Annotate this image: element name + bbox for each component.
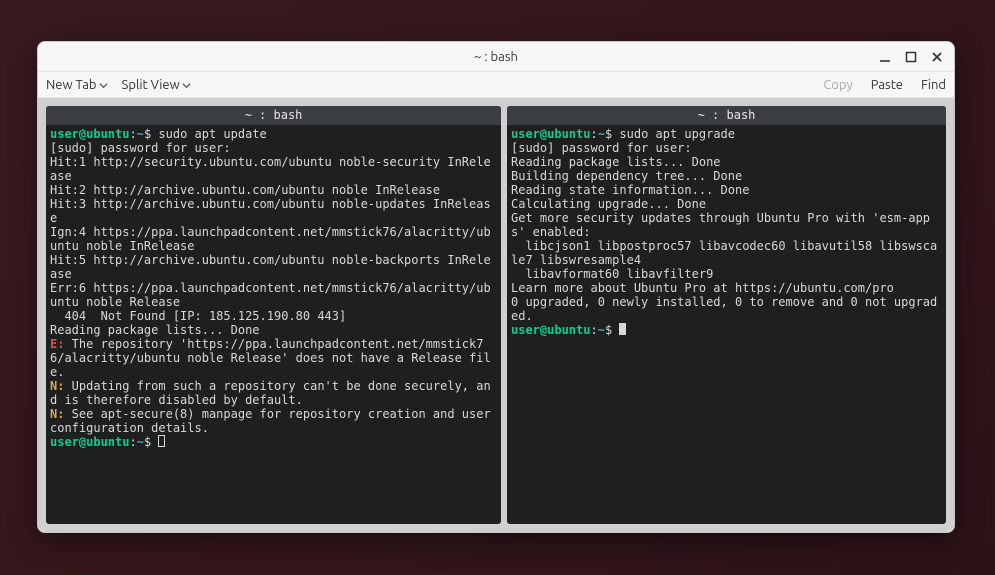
chevron-down-icon bbox=[182, 81, 191, 90]
split-panes: ~ : bash user@ubuntu:~$ sudo apt update … bbox=[38, 98, 954, 532]
terminal-pane-right[interactable]: ~ : bash user@ubuntu:~$ sudo apt upgrade… bbox=[507, 106, 946, 524]
close-button[interactable] bbox=[926, 46, 948, 68]
titlebar: ~ : bash bbox=[38, 42, 954, 72]
window-controls bbox=[874, 42, 948, 72]
find-menu[interactable]: Find bbox=[919, 76, 948, 94]
split-view-label: Split View bbox=[122, 78, 180, 92]
new-tab-label: New Tab bbox=[46, 78, 97, 92]
paste-menu[interactable]: Paste bbox=[869, 76, 905, 94]
pane-title: ~ : bash bbox=[46, 106, 501, 125]
maximize-button[interactable] bbox=[900, 46, 922, 68]
chevron-down-icon bbox=[99, 81, 108, 90]
terminal-window: ~ : bash New Tab Split View Cop bbox=[37, 41, 955, 533]
menubar: New Tab Split View Copy Paste Find bbox=[38, 72, 954, 98]
minimize-button[interactable] bbox=[874, 46, 896, 68]
window-title: ~ : bash bbox=[474, 50, 518, 64]
pane-title: ~ : bash bbox=[507, 106, 946, 125]
terminal-output[interactable]: user@ubuntu:~$ sudo apt update [sudo] pa… bbox=[46, 125, 501, 524]
copy-menu: Copy bbox=[821, 76, 854, 94]
split-view-menu[interactable]: Split View bbox=[120, 76, 193, 94]
new-tab-menu[interactable]: New Tab bbox=[44, 76, 110, 94]
terminal-output[interactable]: user@ubuntu:~$ sudo apt upgrade [sudo] p… bbox=[507, 125, 946, 524]
terminal-pane-left[interactable]: ~ : bash user@ubuntu:~$ sudo apt update … bbox=[46, 106, 501, 524]
